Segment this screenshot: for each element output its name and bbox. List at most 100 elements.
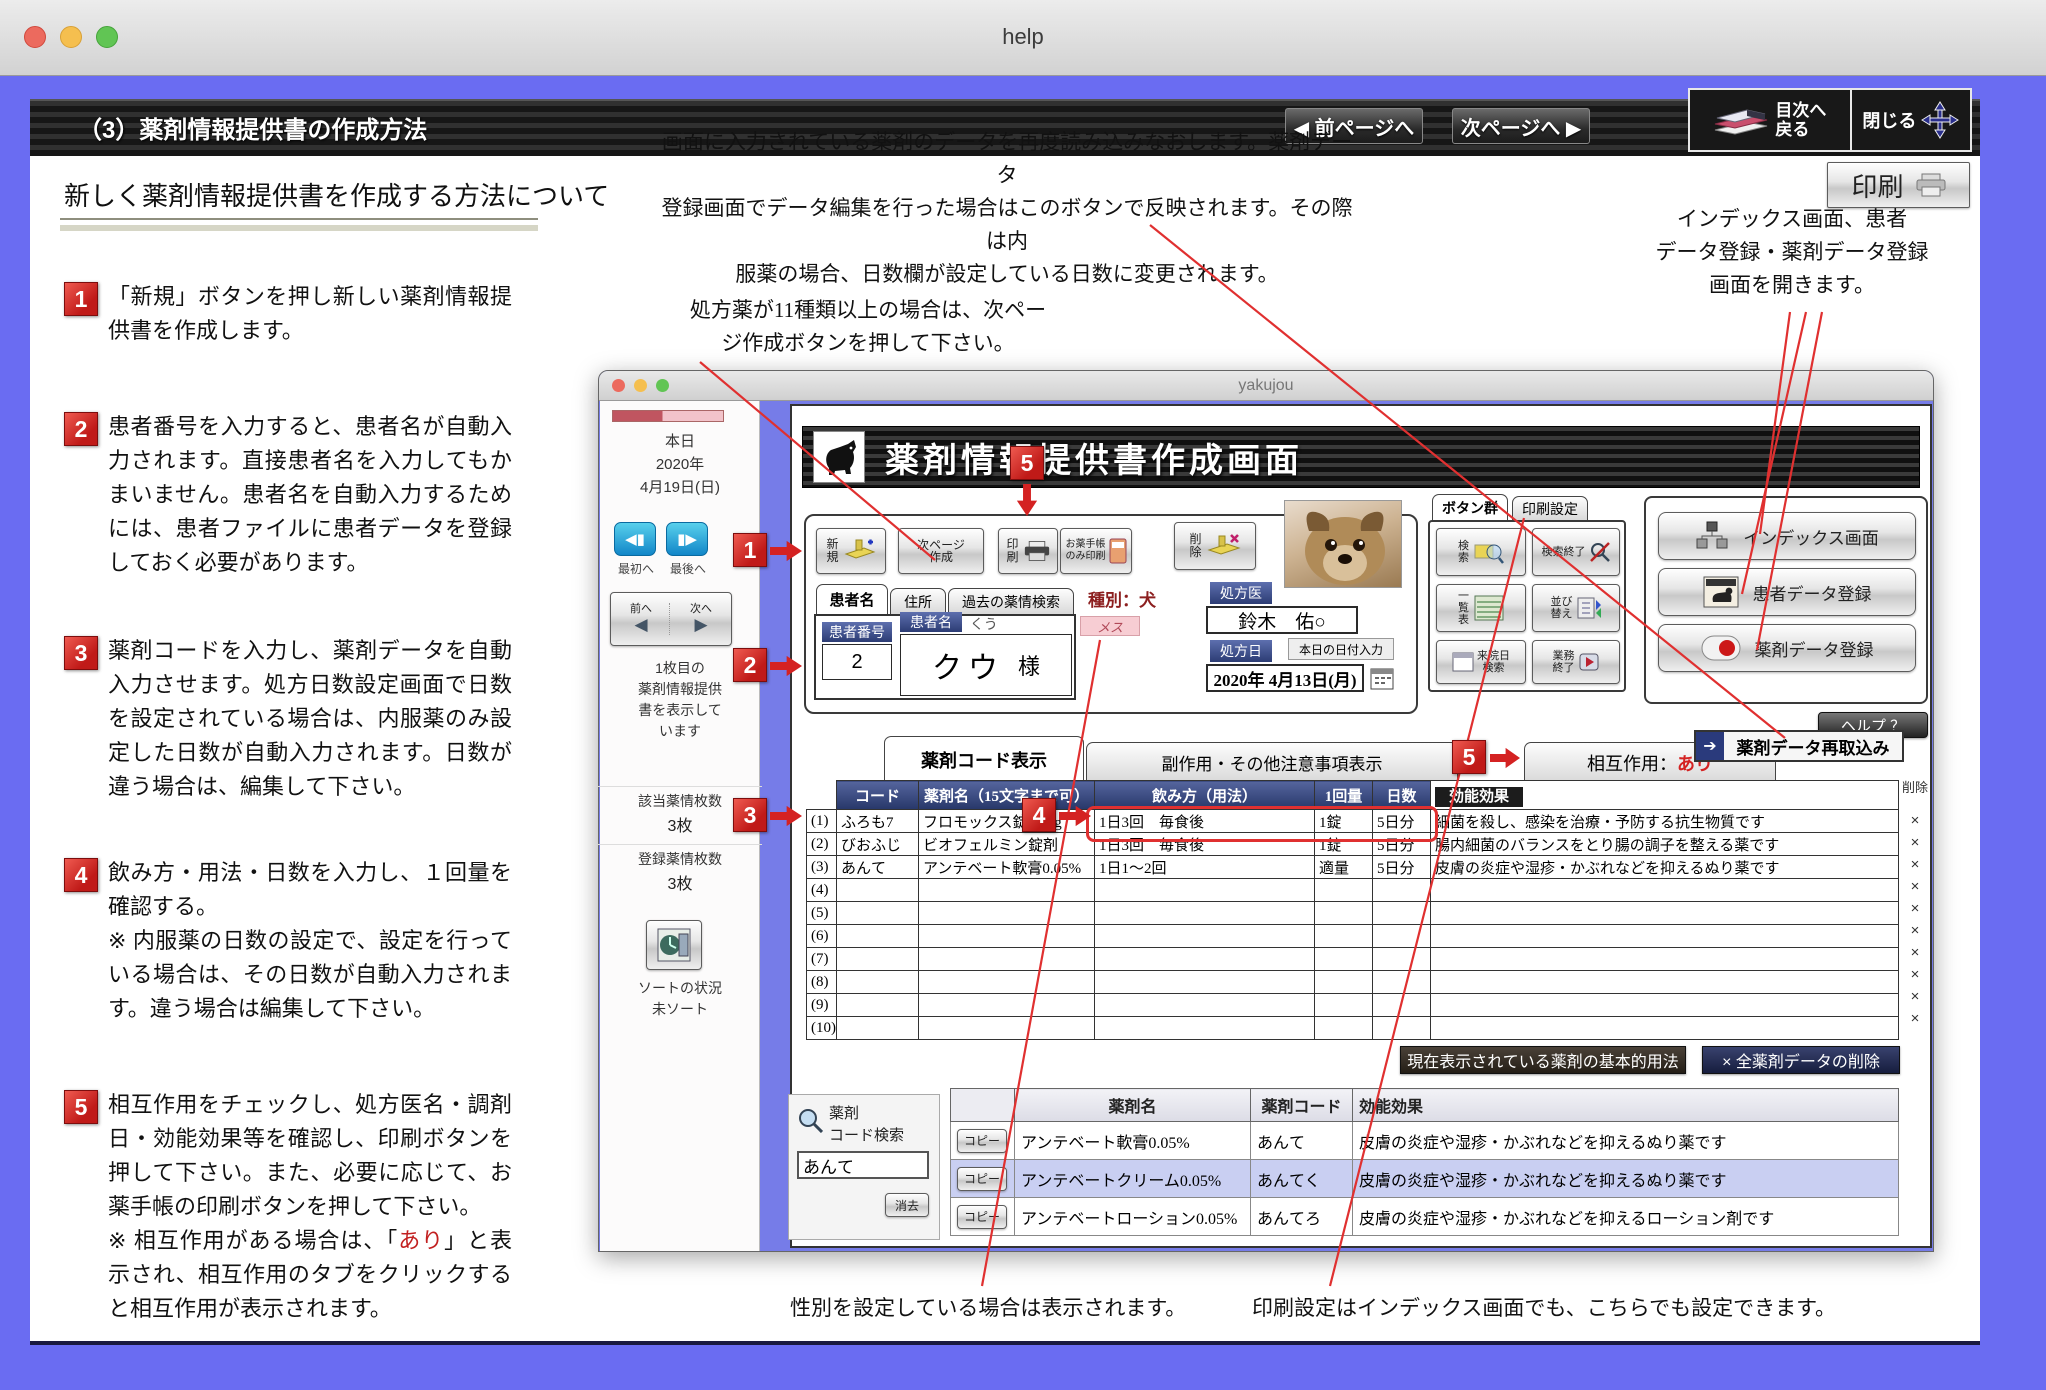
today-date-block: 本日 2020年 4月19日(日) — [598, 430, 762, 499]
patient-name-field[interactable]: クウ 様 — [900, 634, 1072, 696]
sort-status-icon — [657, 928, 691, 962]
tab-patient-name[interactable]: 患者名 — [816, 584, 888, 614]
sort-button[interactable] — [646, 920, 702, 970]
delete-row-x[interactable]: × — [1904, 920, 1926, 942]
search-result-table: 薬剤名 薬剤コード 効能効果 コピー アンテベート軟膏0.05%あんて皮膚の炎症… — [950, 1088, 1899, 1236]
delete-row-x[interactable]: × — [1904, 810, 1926, 832]
today-date-input-button[interactable]: 本日の日付入力 — [1288, 638, 1394, 660]
sort-order-button[interactable]: 並び 替え — [1532, 584, 1620, 632]
search-clear-button[interactable]: 消去 — [885, 1193, 929, 1217]
delete-row-x[interactable]: × — [1904, 986, 1926, 1008]
date-field[interactable]: 2020年 4月13日(月) — [1206, 664, 1364, 692]
today-label: 本日 — [598, 430, 762, 453]
search-button[interactable]: 検索 — [1436, 528, 1526, 576]
index-screen-button[interactable]: インデックス画面 — [1658, 512, 1916, 560]
delete-row-x[interactable]: × — [1904, 964, 1926, 986]
today-date: 4月19日(日) — [598, 476, 762, 499]
callout-gender: 性別を設定している場合は表示されます。 — [790, 1292, 1186, 1325]
first-record-label: 最初へ — [608, 560, 664, 577]
search-table-header-row: 薬剤名 薬剤コード 効能効果 — [951, 1089, 1899, 1122]
patient-honorific: 様 — [1018, 649, 1040, 681]
delete-button[interactable]: 削除 — [1174, 522, 1256, 570]
search-col-effect: 効能効果 — [1353, 1089, 1899, 1122]
drug-data-reload-button[interactable]: ➔ 薬剤データ再取込み — [1694, 730, 1904, 762]
notebook-print-button[interactable]: お薬手帳 のみ印刷 — [1060, 528, 1132, 574]
app-print-button[interactable]: 印刷 — [998, 528, 1058, 574]
drug-row-10[interactable]: (10) — [807, 1017, 1899, 1040]
drug-row-3[interactable]: (3)あんてアンテベート軟膏0.05%1日1～2回適量5日分皮膚の炎症や湿疹・か… — [807, 856, 1899, 879]
prev-next-record-button[interactable]: 前へ ◀ 次へ ▶ — [610, 592, 732, 646]
delete-row-x[interactable]: × — [1904, 854, 1926, 876]
search-end-button[interactable]: 検索終了 — [1532, 528, 1620, 576]
patient-data-reg-button[interactable]: 患者データ登録 — [1658, 568, 1916, 616]
drug-data-reg-button[interactable]: 薬剤データ登録 — [1658, 624, 1916, 672]
visit-date-search-button[interactable]: 来院日 検索 — [1436, 640, 1526, 684]
patient-number-field[interactable]: 2 — [822, 644, 892, 680]
search-result-row: コピー アンテベートクリーム0.05%あんてく皮膚の炎症や湿疹・かぶれなどを抑え… — [951, 1160, 1899, 1198]
heading-underline — [60, 218, 538, 224]
work-end-button[interactable]: 業務 終了 — [1532, 640, 1620, 684]
work-end-icon — [1578, 652, 1600, 672]
new-button[interactable]: 新規 — [816, 528, 886, 574]
copy-button[interactable]: コピー — [957, 1205, 1007, 1229]
step4-badge: 4 — [64, 858, 98, 892]
tab-button-group[interactable]: ボタン群 — [1432, 494, 1508, 520]
search-end-label: 検索終了 — [1542, 546, 1586, 558]
next-page-button[interactable]: 次ページへ ▶ — [1452, 108, 1590, 144]
anno-badge-5-mid: 5 — [1452, 740, 1486, 774]
list-button[interactable]: 一覧表 — [1436, 584, 1526, 632]
delete-all-bar[interactable]: × 全薬剤データの削除 — [1702, 1046, 1900, 1074]
delete-row-x[interactable]: × — [1904, 876, 1926, 898]
prev-record-arrow-icon: ◀ — [613, 615, 669, 635]
calendar-icon[interactable] — [1370, 666, 1394, 690]
registered-count-value: 3枚 — [598, 870, 762, 894]
drug-row-6[interactable]: (6) — [807, 925, 1899, 948]
notebook-print-label: お薬手帳 のみ印刷 — [1066, 539, 1106, 563]
anno-badge-3: 3 — [733, 798, 767, 832]
step4-text: 飲み方・用法・日数を入力し、１回量を確認する。 ※ 内服薬の日数の設定で、設定を… — [108, 856, 512, 1026]
drug-row-7[interactable]: (7) — [807, 948, 1899, 971]
today-year: 2020年 — [598, 453, 762, 476]
drug-row-8[interactable]: (8) — [807, 971, 1899, 994]
tab-side-effects[interactable]: 副作用・その他注意事項表示 — [1086, 742, 1458, 782]
drug-reg-icon — [1701, 635, 1741, 661]
tab-drug-code[interactable]: 薬剤コード表示 — [884, 736, 1084, 782]
patient-reg-icon — [1703, 576, 1739, 608]
print-button[interactable]: 印刷 — [1827, 162, 1970, 208]
delete-row-x[interactable]: × — [1904, 942, 1926, 964]
delete-row-x[interactable]: × — [1904, 832, 1926, 854]
dog-logo-icon — [813, 431, 865, 483]
first-record-button[interactable]: ◀▮ — [614, 522, 656, 556]
tab-address[interactable]: 住所 — [890, 588, 946, 614]
patient-name-value: クウ — [932, 643, 1004, 687]
anno-badge-5-top: 5 — [1010, 446, 1044, 480]
drug-row-9[interactable]: (9) — [807, 994, 1899, 1017]
drug-row-5[interactable]: (5) — [807, 902, 1899, 925]
basic-usage-bar[interactable]: 現在表示されている薬剤の基本的用法 — [1400, 1046, 1686, 1074]
delete-button-label: 削除 — [1190, 533, 1204, 559]
last-record-button[interactable]: ▮▶ — [666, 522, 708, 556]
print-button-label: 印刷 — [1851, 167, 1903, 204]
doctor-field[interactable]: 鈴木 佑○ — [1206, 606, 1358, 634]
delete-row-x[interactable]: × — [1904, 898, 1926, 920]
delete-row-x[interactable]: × — [1904, 1008, 1926, 1030]
medicine-notebook-icon — [1109, 538, 1127, 564]
copy-button[interactable]: コピー — [957, 1167, 1007, 1191]
callout-index-buttons: インデックス画面、患者 データ登録・薬剤データ登録 画面を開きます。 — [1620, 203, 1964, 302]
step2-badge: 2 — [64, 412, 98, 446]
search-result-row: コピー アンテベート軟膏0.05%あんて皮膚の炎症や湿疹・かぶれなどを抑えるぬり… — [951, 1122, 1899, 1160]
toc-label-line2: 戻る — [1775, 120, 1826, 139]
anno-badge-4: 4 — [1022, 798, 1056, 832]
drug-row-4[interactable]: (4) — [807, 879, 1899, 902]
tab-print-settings[interactable]: 印刷設定 — [1512, 496, 1588, 520]
copy-button[interactable]: コピー — [957, 1129, 1007, 1153]
next-page-create-button[interactable]: 次ページ 作成 — [898, 528, 984, 574]
close-help-button[interactable]: 閉じる — [1852, 90, 1970, 150]
step1-badge: 1 — [64, 282, 98, 316]
drug-code-search-input[interactable] — [797, 1151, 929, 1179]
sort-status-label: ソートの状況 — [598, 978, 762, 999]
toc-back-button[interactable]: 目次へ 戻る — [1690, 90, 1852, 150]
tab-history-search[interactable]: 過去の薬情検索 — [948, 588, 1074, 614]
next-page-create-label: 次ページ 作成 — [917, 539, 965, 563]
patient-data-reg-label: 患者データ登録 — [1753, 580, 1872, 605]
